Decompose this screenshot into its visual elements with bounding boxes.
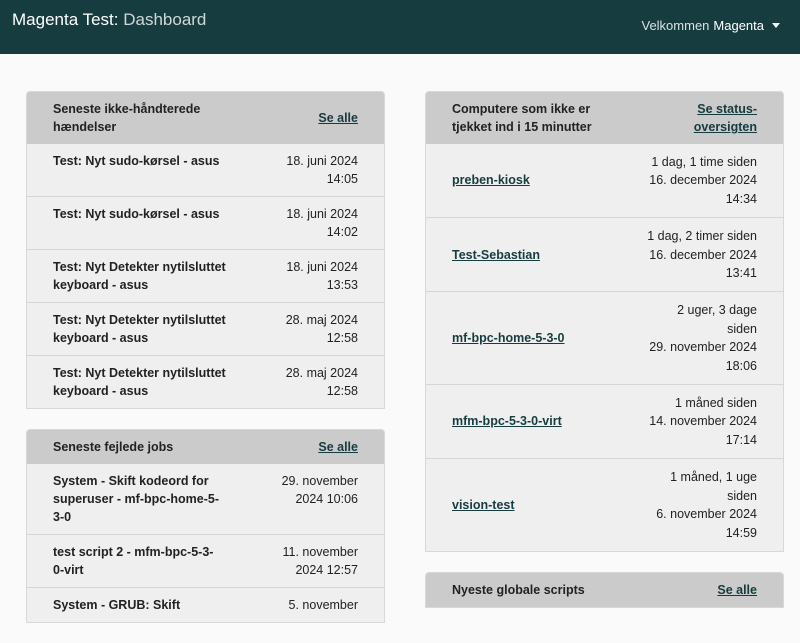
events-see-all-link[interactable]: Se alle [318,109,358,127]
computers-list: preben-kiosk 1 dag, 1 time siden 16. dec… [426,144,783,551]
events-panel-header: Seneste ikke-håndterede hændelser Se all… [27,92,384,144]
event-date: 18. juni 2024 14:02 [286,207,358,239]
status-overview-link[interactable]: Se status-oversigten [687,100,757,136]
computer-time-ago: 1 dag, 2 timer siden [647,229,757,244]
computers-panel-header: Computere som ikke er tjekket ind i 15 m… [426,92,783,144]
user-menu[interactable]: Velkommen Magenta [641,18,780,37]
left-column: Seneste ikke-håndterede hændelser Se all… [26,91,385,643]
computer-checkin-info: 1 måned, 1 uge siden 6. november 2024 14… [647,468,757,542]
failed-jobs-panel-title: Seneste fejlede jobs [53,440,174,454]
computer-checkin-info: 1 måned siden 14. november 2024 17:14 [647,394,757,449]
computer-row: mfm-bpc-5-3-0-virt 1 måned siden 14. nov… [426,384,783,459]
job-name: test script 2 - mfm-bpc-5-3-0-virt [53,545,214,577]
computer-last-seen: 16. december 2024 14:34 [649,173,757,206]
computer-checkin-info: 1 dag, 1 time siden 16. december 2024 14… [647,153,757,208]
global-scripts-panel-title: Nyeste globale scripts [452,582,585,597]
event-name: Test: Nyt sudo-kørsel - asus [53,207,220,221]
job-date: 29. november 2024 10:06 [281,474,358,506]
events-list: Test: Nyt sudo-kørsel - asus 18. juni 20… [27,144,384,408]
computer-row: mf-bpc-home-5-3-0 2 uger, 3 dage siden 2… [426,291,783,385]
computer-row: vision-test 1 måned, 1 uge siden 6. nove… [426,458,783,551]
computer-checkin-info: 2 uger, 3 dage siden 29. november 2024 1… [647,301,757,375]
computer-last-seen: 6. november 2024 14:59 [656,507,757,540]
right-column: Computere som ikke er tjekket ind i 15 m… [425,91,784,643]
page-name: Dashboard [123,10,207,29]
computer-time-ago: 1 dag, 1 time siden [651,155,757,169]
computer-time-ago: 1 måned, 1 uge siden [670,470,757,503]
top-navbar: Magenta Test: Dashboard Velkommen Magent… [0,0,800,54]
computer-row: Test-Sebastian 1 dag, 2 timer siden 16. … [426,217,783,292]
job-name: System - Skift kodeord for superuser - m… [53,474,219,524]
event-date: 18. juni 2024 14:05 [286,154,358,186]
computer-last-seen: 29. november 2024 18:06 [649,340,757,373]
dashboard-content: Seneste ikke-håndterede hændelser Se all… [0,54,800,643]
computers-panel: Computere som ikke er tjekket ind i 15 m… [425,91,784,552]
job-row[interactable]: System - Skift kodeord for superuser - m… [27,464,384,534]
event-row[interactable]: Test: Nyt sudo-kørsel - asus 18. juni 20… [27,196,384,249]
computer-time-ago: 1 måned siden [674,396,757,411]
computer-link[interactable]: mf-bpc-home-5-3-0 [452,329,565,347]
events-panel: Seneste ikke-håndterede hændelser Se all… [26,91,385,409]
computer-link[interactable]: vision-test [452,496,515,514]
global-scripts-see-all-link[interactable]: Se alle [717,581,757,599]
event-date: 28. maj 2024 12:58 [285,313,358,345]
caret-down-icon [772,22,780,28]
event-row[interactable]: Test: Nyt Detekter nytilsluttet keyboard… [27,355,384,408]
events-panel-title: Seneste ikke-håndterede hændelser [53,102,201,134]
event-date: 28. maj 2024 12:58 [285,366,358,398]
failed-jobs-panel-header: Seneste fejlede jobs Se alle [27,430,384,464]
failed-jobs-see-all-link[interactable]: Se alle [318,438,358,456]
computer-last-seen: 16. december 2024 13:41 [649,247,757,281]
failed-jobs-list: System - Skift kodeord for superuser - m… [27,464,384,622]
computer-link[interactable]: mfm-bpc-5-3-0-virt [452,412,562,430]
event-row[interactable]: Test: Nyt Detekter nytilsluttet keyboard… [27,302,384,355]
computer-last-seen: 14. november 2024 17:14 [649,414,757,447]
computer-row: preben-kiosk 1 dag, 1 time siden 16. dec… [426,144,783,218]
computer-link[interactable]: Test-Sebastian [452,246,540,264]
event-name: Test: Nyt Detekter nytilsluttet keyboard… [53,366,226,398]
event-name: Test: Nyt sudo-kørsel - asus [53,154,220,168]
global-scripts-panel-header: Nyeste globale scripts Se alle [426,572,783,607]
job-date: 5. november [288,598,358,612]
computer-time-ago: 2 uger, 3 dage siden [677,303,757,336]
welcome-text: Velkommen [641,17,710,33]
computers-panel-title: Computere som ikke er tjekket ind i 15 m… [452,102,592,134]
event-row[interactable]: Test: Nyt sudo-kørsel - asus 18. juni 20… [27,144,384,196]
job-name: System - GRUB: Skift [53,598,181,612]
global-scripts-panel: Nyeste globale scripts Se alle [425,571,784,608]
job-row[interactable]: System - GRUB: Skift 5. november [27,587,384,622]
event-row[interactable]: Test: Nyt Detekter nytilsluttet keyboard… [27,249,384,302]
computer-checkin-info: 1 dag, 2 timer siden 16. december 2024 1… [647,227,757,282]
job-date: 11. november 2024 12:57 [282,545,358,577]
page-title: Magenta Test: Dashboard [12,10,206,44]
brand-name: Magenta Test: [12,10,119,29]
user-name: Magenta [713,17,764,33]
job-row[interactable]: test script 2 - mfm-bpc-5-3-0-virt 11. n… [27,534,384,587]
failed-jobs-panel: Seneste fejlede jobs Se alle System - Sk… [26,429,385,623]
event-date: 18. juni 2024 13:53 [286,260,358,292]
event-name: Test: Nyt Detekter nytilsluttet keyboard… [53,260,226,292]
event-name: Test: Nyt Detekter nytilsluttet keyboard… [53,313,226,345]
computer-link[interactable]: preben-kiosk [452,171,530,189]
